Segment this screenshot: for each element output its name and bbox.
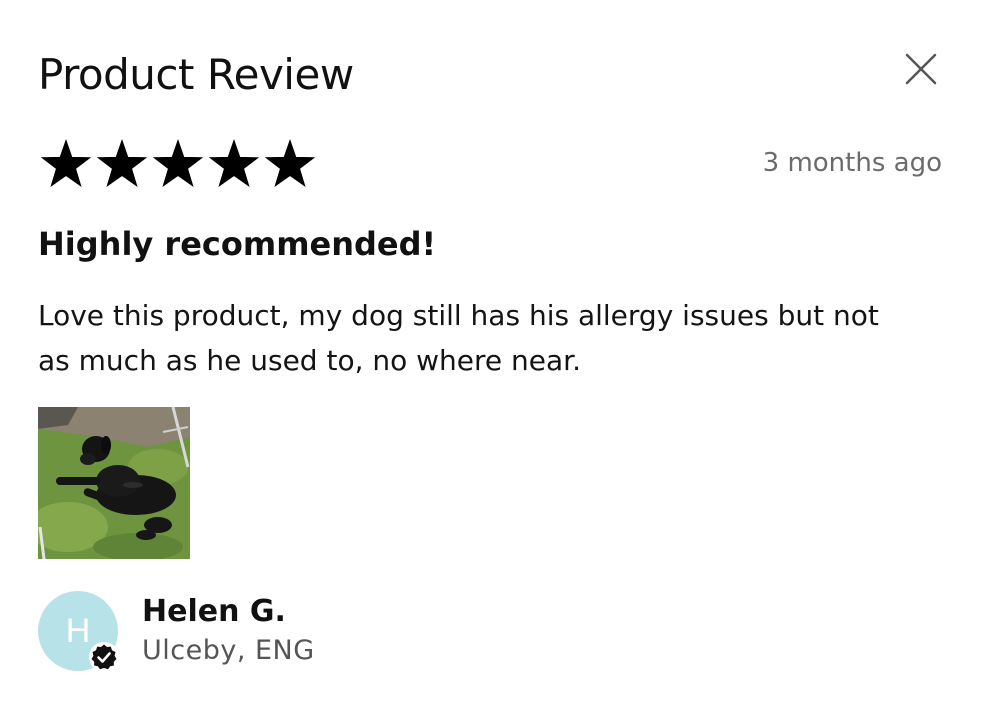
close-icon [905,53,937,85]
review-date: 3 months ago [762,148,942,178]
review-modal: Product Review 3 months ago Highly recom… [0,0,982,702]
star-icon [96,138,148,187]
star-icon [152,138,204,187]
modal-title: Product Review [38,50,354,99]
author-location: Ulceby, ENG [142,635,315,666]
star-rating [38,136,318,192]
review-body: Love this product, my dog still has his … [38,299,879,377]
review-heading: Highly recommended! [38,225,437,263]
star-icon [208,138,260,187]
close-button[interactable] [898,46,944,92]
star-icon [40,138,92,187]
review-photo[interactable] [38,407,190,559]
author-name: Helen G. [142,594,286,629]
dog-photo [38,407,190,559]
verified-check-icon [89,642,119,672]
star-icon [264,138,316,187]
